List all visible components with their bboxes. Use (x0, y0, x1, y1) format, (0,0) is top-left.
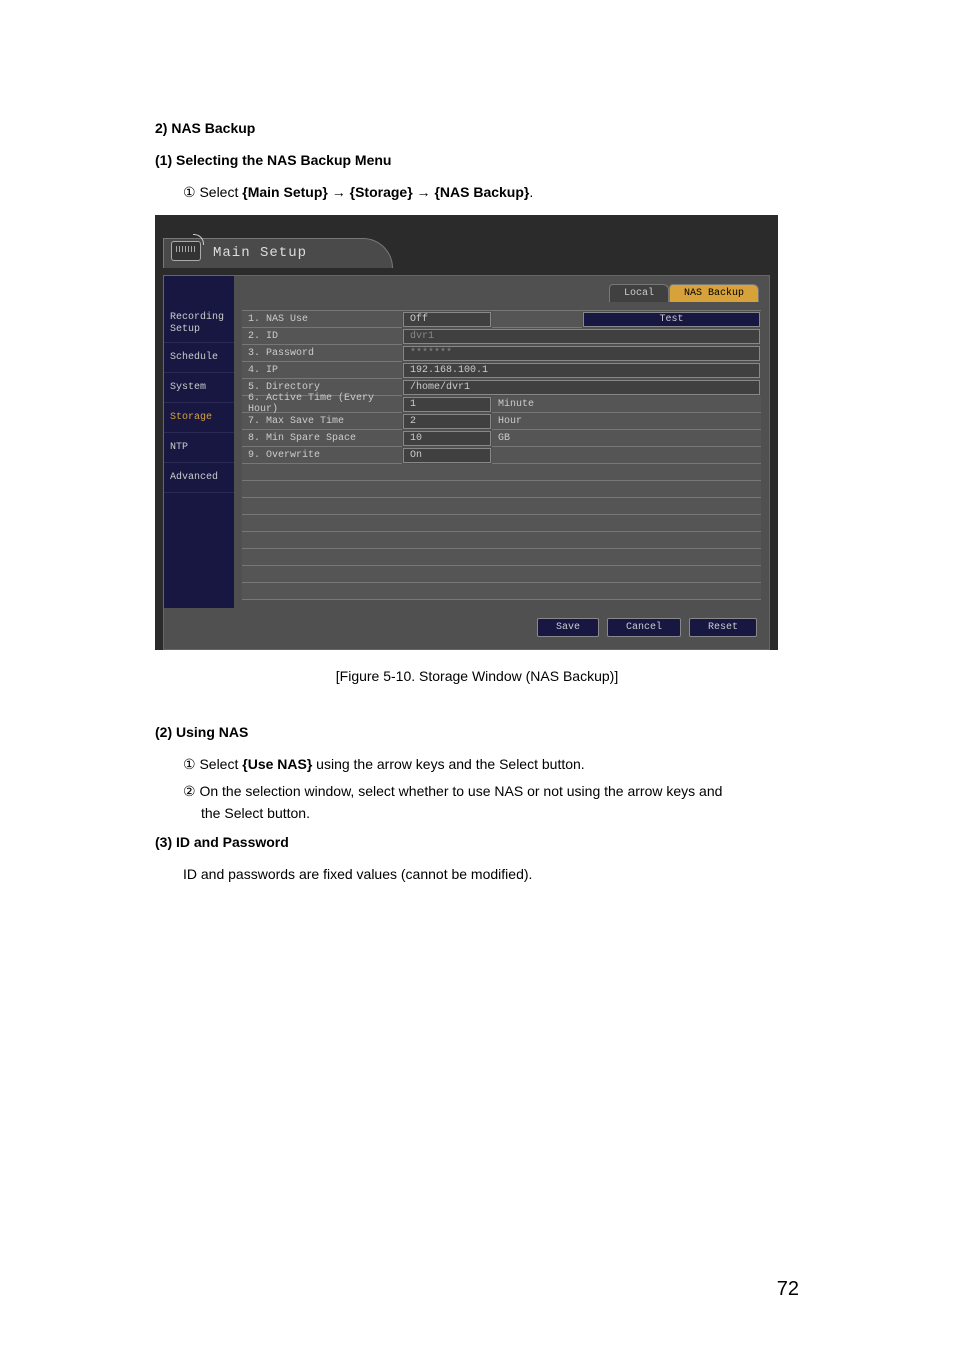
field-password: ******* (403, 346, 760, 361)
sidebar-item-schedule[interactable]: Schedule (164, 343, 234, 373)
step-1: ① Select {Main Setup} → {Storage} → {NAS… (183, 184, 799, 201)
sidebar-item-recording[interactable]: Recording Setup (164, 306, 234, 343)
tab-nas-backup[interactable]: NAS Backup (669, 284, 759, 302)
window-title: Main Setup (213, 245, 307, 261)
reset-button[interactable]: Reset (689, 618, 757, 637)
empty-rows (242, 464, 761, 600)
step-number: ① (183, 756, 196, 772)
storage-window-screenshot: Main Setup Recording Setup Schedule Syst… (155, 215, 778, 650)
sub-tabs: Local NAS Backup (609, 284, 759, 302)
sidebar-item-system[interactable]: System (164, 373, 234, 403)
unit-minute: Minute (492, 396, 582, 413)
field-overwrite[interactable]: On (403, 448, 491, 463)
label-active-time: 6. Active Time (Every Hour) (242, 396, 402, 413)
field-directory[interactable]: /home/dvr1 (403, 380, 760, 395)
tab-local[interactable]: Local (609, 284, 669, 302)
page-number: 72 (777, 1278, 799, 1301)
step-number: ① (183, 184, 196, 200)
section-heading: 2) NAS Backup (155, 120, 799, 136)
window-body: Recording Setup Schedule System Storage … (163, 275, 770, 650)
label-overwrite: 9. Overwrite (242, 447, 402, 464)
field-min-spare[interactable]: 10 (403, 431, 491, 446)
path-main-setup: {Main Setup} (242, 184, 328, 200)
use-nas-bold: {Use NAS} (242, 756, 312, 772)
field-id: dvr1 (403, 329, 760, 344)
unit-hour: Hour (492, 413, 582, 430)
window-titlebar: Main Setup (155, 215, 778, 275)
figure-caption: [Figure 5-10. Storage Window (NAS Backup… (155, 668, 799, 684)
label-nas-use: 1. NAS Use (242, 311, 402, 328)
field-max-save-time[interactable]: 2 (403, 414, 491, 429)
unit-gb: GB (492, 430, 582, 447)
label-ip: 4. IP (242, 362, 402, 379)
section-3-text: ID and passwords are fixed values (canno… (183, 866, 799, 882)
settings-table: 1. NAS Use Off Test 2. ID dvr1 3. Passwo… (242, 310, 761, 464)
subsection-1-title: (1) Selecting the NAS Backup Menu (155, 152, 799, 168)
field-nas-use[interactable]: Off (403, 312, 491, 327)
sidebar: Recording Setup Schedule System Storage … (164, 276, 234, 608)
path-storage: {Storage} (350, 184, 413, 200)
subsection-2-title: (2) Using NAS (155, 724, 799, 740)
step-2-2: ② On the selection window, select whethe… (183, 781, 799, 824)
sidebar-item-advanced[interactable]: Advanced (164, 463, 234, 493)
label-password: 3. Password (242, 345, 402, 362)
keyboard-icon (171, 241, 201, 261)
field-ip[interactable]: 192.168.100.1 (403, 363, 760, 378)
content-panel: Local NAS Backup 1. NAS Use Off Test 2. … (234, 276, 769, 608)
save-button[interactable]: Save (537, 618, 599, 637)
step-2-1: ① Select {Use NAS} using the arrow keys … (183, 756, 799, 773)
footer-buttons: Save Cancel Reset (164, 608, 769, 649)
label-id: 2. ID (242, 328, 402, 345)
sidebar-item-storage[interactable]: Storage (164, 403, 234, 433)
step-number: ② (183, 783, 196, 799)
label-max-save-time: 7. Max Save Time (242, 413, 402, 430)
test-button[interactable]: Test (583, 312, 760, 327)
label-min-spare: 8. Min Spare Space (242, 430, 402, 447)
field-active-time[interactable]: 1 (403, 397, 491, 412)
subsection-3-title: (3) ID and Password (155, 834, 799, 850)
path-nas-backup: {NAS Backup} (434, 184, 529, 200)
cancel-button[interactable]: Cancel (607, 618, 681, 637)
sidebar-item-ntp[interactable]: NTP (164, 433, 234, 463)
